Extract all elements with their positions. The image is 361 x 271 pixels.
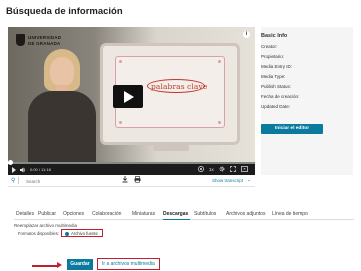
replace-media-label: Reemplazar archivo multimedia — [14, 223, 78, 228]
page-title: Búsqueda de información — [6, 6, 123, 17]
captions-icon[interactable] — [198, 166, 204, 175]
progress-bar[interactable] — [8, 160, 255, 165]
progress-handle[interactable] — [8, 160, 14, 165]
arrow-head-icon — [57, 262, 62, 268]
slide-dot — [119, 60, 122, 63]
presenter-face — [50, 57, 74, 87]
info-field: Creator: — [261, 44, 278, 49]
source-file-option[interactable]: Archivo fuente — [61, 229, 103, 237]
info-field: Media Type: — [261, 74, 286, 79]
player-controls: 0:00 / 11:18 1x — [8, 160, 255, 175]
print-icon[interactable] — [134, 176, 141, 185]
presenter — [26, 49, 98, 175]
tab-bar: Detalles Publicar Opciones Colaboración … — [14, 211, 354, 220]
fullscreen-icon[interactable] — [241, 166, 248, 175]
info-field: Fecha de creación: — [261, 94, 300, 99]
info-field: Publish Status: — [261, 84, 292, 89]
active-tab-indicator — [163, 218, 190, 220]
tab-linea-de-tiempo[interactable]: Línea de tiempo — [272, 211, 308, 217]
play-button[interactable] — [113, 85, 143, 108]
radio-selected-icon[interactable] — [65, 231, 69, 236]
info-field: Propietario: — [261, 54, 285, 59]
goto-media-link[interactable]: Ir a archivos multimedia — [102, 261, 155, 267]
expand-icon[interactable] — [230, 166, 236, 175]
search-icon[interactable]: ⚲ — [11, 177, 15, 184]
speed-control[interactable]: 1x — [209, 166, 214, 173]
play-small-icon[interactable] — [12, 167, 16, 173]
basic-info-panel: Basic Info Creator: Propietario: Media E… — [261, 27, 353, 175]
tab-miniaturas[interactable]: Miniaturas — [132, 211, 155, 217]
slide-dot — [218, 60, 221, 63]
logo-line: UNIVERSIDAD — [28, 35, 62, 40]
tab-detalles[interactable]: Detalles — [16, 211, 34, 217]
search-input[interactable] — [26, 177, 106, 185]
source-file-label: Archivo fuente — [71, 231, 98, 236]
video-player[interactable]: palabras clave UNIVERSIDAD DE GRANADA i … — [8, 27, 255, 175]
logo-line: DE GRANADA — [28, 41, 61, 46]
slide-stand — [153, 145, 189, 151]
launch-editor-button[interactable]: Iniciar el editor — [261, 124, 323, 134]
divider — [18, 177, 19, 184]
transcript-search-bar: ⚲ Show transcript ⌄ — [8, 175, 255, 187]
tab-opciones[interactable]: Opciones — [63, 211, 84, 217]
info-field: Media Entry ID: — [261, 64, 293, 69]
chevron-down-icon[interactable]: ⌄ — [247, 177, 251, 183]
slide-keyword: palabras clave — [151, 82, 208, 91]
tab-subtitulos[interactable]: Subtítulos — [194, 211, 216, 217]
show-transcript-link[interactable]: Show transcript — [212, 178, 243, 183]
goto-media-box: Ir a archivos multimedia — [97, 258, 160, 270]
tab-publicar[interactable]: Publicar — [38, 211, 56, 217]
crest-icon — [16, 34, 25, 46]
info-icon[interactable]: i — [243, 31, 250, 38]
save-button[interactable]: Guardar — [67, 259, 93, 270]
tab-colaboracion[interactable]: Colaboración — [92, 211, 121, 217]
university-logo: UNIVERSIDAD DE GRANADA — [16, 33, 66, 51]
gear-icon[interactable] — [219, 166, 225, 175]
info-field: Updated Date: — [261, 104, 291, 109]
slide-dot — [119, 121, 122, 124]
volume-icon[interactable] — [20, 167, 26, 173]
tab-descargas[interactable]: Descargas — [163, 211, 188, 217]
play-icon — [124, 91, 134, 103]
basic-info-title: Basic Info — [261, 33, 288, 39]
tab-archivos-adjuntos[interactable]: Archivos adjuntos — [226, 211, 265, 217]
formats-label: Formatos disponibles: — [18, 231, 59, 236]
download-icon[interactable] — [122, 176, 128, 185]
time-display: 0:00 / 11:18 — [30, 167, 51, 172]
arrow-annotation — [32, 265, 58, 267]
slide-dot — [218, 121, 221, 124]
